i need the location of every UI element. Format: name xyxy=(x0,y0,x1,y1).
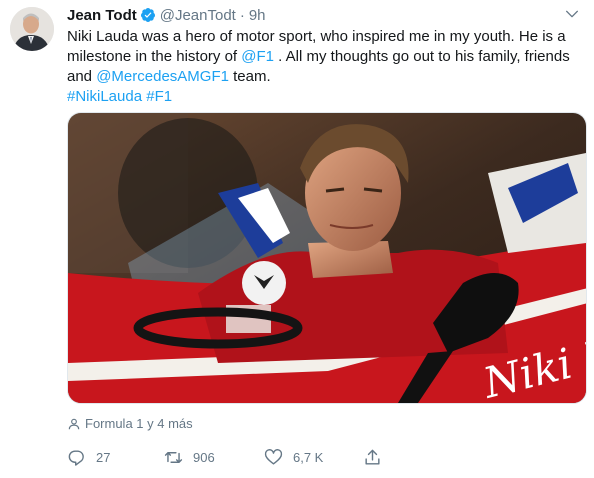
verified-badge-icon xyxy=(140,8,155,22)
text-segment: team. xyxy=(228,68,271,85)
retweet-count: 906 xyxy=(193,450,215,465)
tweet-header: Jean Todt @JeanTodt · 9h xyxy=(67,5,266,25)
hashtag-link-nikilauda[interactable]: #NikiLauda xyxy=(67,88,142,105)
text-segment: and xyxy=(67,68,97,85)
author-handle[interactable]: @JeanTodt xyxy=(160,7,236,24)
like-count: 6,7 K xyxy=(293,450,324,465)
media-tags[interactable]: Formula 1 y 4 más xyxy=(67,416,193,431)
tweet-text-line-2: milestone in the history of @F1 . All my… xyxy=(67,47,582,67)
like-button[interactable]: 6,7 K xyxy=(264,448,323,467)
tweet-time[interactable]: 9h xyxy=(249,7,266,24)
media-photo: Niki Lau xyxy=(68,113,586,403)
avatar[interactable] xyxy=(10,7,54,51)
like-icon xyxy=(264,449,283,465)
media-tags-label[interactable]: Formula 1 y 4 más xyxy=(85,416,193,431)
text-segment: milestone in the history of xyxy=(67,48,242,65)
reply-button[interactable]: 27 xyxy=(67,448,110,467)
retweet-icon xyxy=(164,452,183,463)
text-segment: Niki Lauda was a hero of motor sport, wh… xyxy=(67,28,566,45)
tweet[interactable]: Jean Todt @JeanTodt · 9h Niki Lauda was … xyxy=(0,0,594,478)
author-name[interactable]: Jean Todt xyxy=(67,7,137,24)
reply-count: 27 xyxy=(96,450,111,465)
share-button[interactable] xyxy=(363,448,382,467)
tweet-text-line-1: Niki Lauda was a hero of motor sport, wh… xyxy=(67,27,582,47)
share-icon xyxy=(365,449,380,465)
tweet-media[interactable]: Niki Lau xyxy=(67,112,587,404)
tweet-text: Niki Lauda was a hero of motor sport, wh… xyxy=(67,27,582,107)
tweet-actions: 27 906 6,7 K xyxy=(67,448,507,470)
hashtag-link-f1[interactable]: #F1 xyxy=(146,88,172,105)
person-tag-icon xyxy=(68,418,80,429)
text-segment: . All my thoughts go out to his family, … xyxy=(274,48,570,65)
mention-link-f1[interactable]: @F1 xyxy=(241,48,274,65)
header-separator: · xyxy=(239,6,245,24)
tweet-text-line-3: and @MercedesAMGF1 team. xyxy=(67,67,582,87)
tweet-text-line-4: #NikiLauda #F1 xyxy=(67,87,582,107)
avatar-photo xyxy=(10,7,54,51)
chevron-down-icon[interactable] xyxy=(564,6,580,22)
mention-link-mercedes[interactable]: @MercedesAMGF1 xyxy=(96,68,229,85)
retweet-button[interactable]: 906 xyxy=(164,448,215,467)
reply-icon xyxy=(68,450,84,466)
